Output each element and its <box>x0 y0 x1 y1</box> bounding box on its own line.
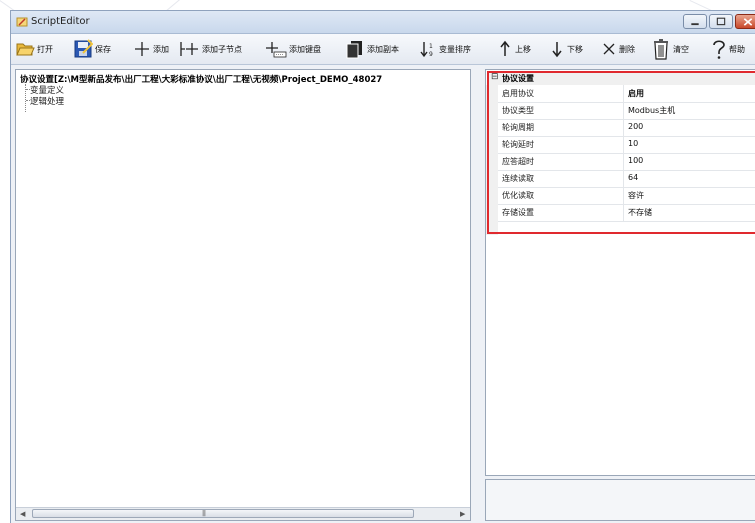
move-up-button[interactable]: 上移 <box>497 38 531 60</box>
maximize-icon <box>716 17 726 26</box>
sort-icon: 1 9 <box>420 42 433 58</box>
clear-label: 清空 <box>673 44 689 54</box>
script-editor-window: ScriptEditor 打开 保存 添加 添加子节点 添加键盘 添加副本 1 … <box>10 10 755 523</box>
minimize-icon <box>691 23 699 26</box>
close-icon <box>743 18 753 26</box>
help-button[interactable]: 帮助 <box>711 38 745 60</box>
plus-icon <box>135 42 149 56</box>
arrow-up-icon <box>500 40 510 56</box>
scroll-right-icon[interactable]: ▶ <box>460 510 465 518</box>
tree-root-node[interactable]: 协议设置[Z:\M型新品发布\出厂工程\大彩标准协议\出厂工程\无视频\Proj… <box>20 73 382 85</box>
delete-x-icon <box>603 43 615 55</box>
maximize-button[interactable] <box>709 14 733 29</box>
add-keyboard-button[interactable]: 添加键盘 <box>265 38 321 60</box>
save-label: 保存 <box>95 44 111 54</box>
delete-label: 删除 <box>619 44 635 54</box>
question-icon <box>713 40 725 59</box>
toolbar: 打开 保存 添加 添加子节点 添加键盘 添加副本 1 9 变量排序 上移 下移 … <box>11 34 755 65</box>
add-copy-button[interactable]: 添加副本 <box>345 38 399 60</box>
add-copy-label: 添加副本 <box>367 44 399 54</box>
help-label: 帮助 <box>729 44 745 54</box>
sort-button[interactable]: 1 9 变量排序 <box>419 38 471 60</box>
trash-icon <box>654 39 668 60</box>
svg-text:9: 9 <box>429 51 433 58</box>
add-button[interactable]: 添加 <box>133 38 169 60</box>
save-icon <box>74 39 93 58</box>
app-icon <box>16 17 28 27</box>
move-down-button[interactable]: 下移 <box>549 38 583 60</box>
highlight-box <box>487 71 755 234</box>
add-copy-icon <box>346 41 362 59</box>
add-child-node-button[interactable]: 添加子节点 <box>178 38 242 60</box>
sort-label: 变量排序 <box>439 44 471 54</box>
folder-open-icon <box>16 43 35 56</box>
open-label: 打开 <box>37 44 53 54</box>
property-description-panel <box>485 479 755 521</box>
add-label: 添加 <box>153 44 169 54</box>
move-down-label: 下移 <box>567 44 583 54</box>
window-title: ScriptEditor <box>31 16 90 27</box>
add-keyboard-icon <box>266 42 287 58</box>
delete-button[interactable]: 删除 <box>601 38 635 60</box>
open-button[interactable]: 打开 <box>15 38 53 60</box>
add-child-node-label: 添加子节点 <box>202 44 242 54</box>
move-up-label: 上移 <box>515 44 531 54</box>
save-button[interactable]: 保存 <box>73 38 111 60</box>
scroll-left-icon[interactable]: ◀ <box>20 510 25 518</box>
horizontal-scrollbar[interactable]: ◀ ||| ▶ <box>16 507 470 520</box>
tree-node-logic-processing[interactable]: 逻辑处理 <box>30 95 64 107</box>
arrow-down-icon <box>552 42 562 58</box>
title-bar[interactable]: ScriptEditor <box>11 11 755 34</box>
close-button[interactable] <box>735 14 755 29</box>
add-keyboard-label: 添加键盘 <box>289 44 321 54</box>
minimize-button[interactable] <box>683 14 707 29</box>
tree-pane[interactable]: 协议设置[Z:\M型新品发布\出厂工程\大彩标准协议\出厂工程\无视频\Proj… <box>15 69 471 521</box>
add-child-node-icon <box>180 42 198 56</box>
clear-button[interactable]: 清空 <box>651 38 689 60</box>
scrollbar-grip-icon: ||| <box>202 510 206 517</box>
svg-text:1: 1 <box>429 43 433 50</box>
scrollbar-thumb[interactable] <box>32 509 414 518</box>
